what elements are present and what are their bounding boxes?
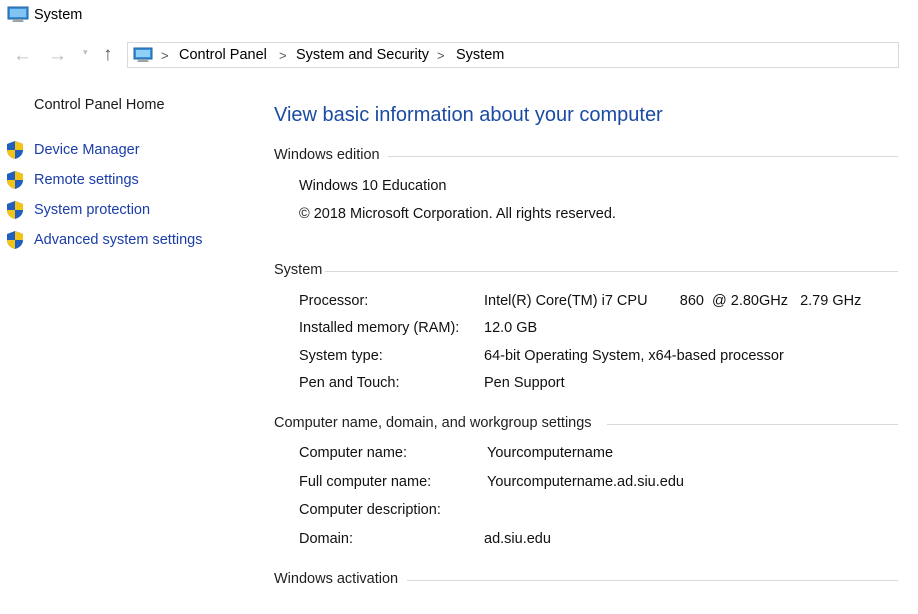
system-monitor-icon: [7, 6, 29, 22]
system-type-value: 64-bit Operating System, x64-based proce…: [484, 348, 784, 364]
processor-label: Processor:: [299, 293, 369, 309]
sidebar-item-device-manager[interactable]: Device Manager: [34, 142, 140, 158]
pen-touch-value: Pen Support: [484, 375, 565, 391]
domain-value: ad.siu.edu: [484, 531, 551, 547]
breadcrumb-system-and-security[interactable]: System and Security: [296, 47, 429, 63]
sidebar-item-remote-settings[interactable]: Remote settings: [34, 172, 139, 188]
section-divider: [607, 424, 898, 425]
breadcrumb-control-panel[interactable]: Control Panel: [179, 47, 267, 63]
shield-icon: [7, 231, 23, 249]
copyright-text: © 2018 Microsoft Corporation. All rights…: [299, 206, 616, 222]
section-header-windows-activation: Windows activation: [274, 571, 399, 587]
full-computer-name-label: Full computer name:: [299, 474, 432, 490]
page-title: View basic information about your comput…: [274, 104, 663, 126]
control-panel-home-link[interactable]: Control Panel Home: [34, 97, 165, 113]
section-header-windows-edition: Windows edition: [274, 147, 380, 163]
windows-edition-name: Windows 10 Education: [299, 178, 447, 194]
back-arrow-icon[interactable]: ←: [13, 46, 32, 66]
domain-label: Domain:: [299, 531, 353, 547]
sidebar-item-system-protection[interactable]: System protection: [34, 202, 150, 218]
window-title: System: [34, 7, 83, 23]
sidebar-item-advanced-system-settings[interactable]: Advanced system settings: [34, 232, 202, 248]
section-divider: [325, 271, 898, 272]
forward-arrow-icon[interactable]: →: [48, 46, 67, 66]
memory-label: Installed memory (RAM):: [299, 320, 460, 336]
full-computer-name-value: Yourcomputername.ad.siu.edu: [487, 474, 684, 490]
pen-touch-label: Pen and Touch:: [299, 375, 400, 391]
breadcrumb-separator-icon: >: [279, 48, 287, 63]
computer-name-label: Computer name:: [299, 445, 407, 461]
section-divider: [388, 156, 898, 157]
computer-description-label: Computer description:: [299, 502, 441, 518]
control-panel-icon: [133, 47, 153, 62]
system-type-label: System type:: [299, 348, 383, 364]
section-header-computer-name: Computer name, domain, and workgroup set…: [274, 415, 592, 431]
breadcrumb-separator-icon: >: [161, 48, 169, 63]
computer-name-value: Yourcomputername: [487, 445, 614, 461]
up-arrow-icon[interactable]: ↑: [103, 45, 113, 65]
shield-icon: [7, 201, 23, 219]
shield-icon: [7, 171, 23, 189]
recent-locations-chevron-icon[interactable]: ▾: [83, 47, 88, 58]
breadcrumb-system[interactable]: System: [456, 47, 504, 63]
section-divider: [407, 580, 898, 581]
processor-value: Intel(R) Core(TM) i7 CPU 860 @ 2.80GHz 2…: [484, 293, 862, 309]
breadcrumb-separator-icon: >: [437, 48, 445, 63]
memory-value: 12.0 GB: [484, 320, 538, 336]
shield-icon: [7, 141, 23, 159]
section-header-system: System: [274, 262, 323, 278]
